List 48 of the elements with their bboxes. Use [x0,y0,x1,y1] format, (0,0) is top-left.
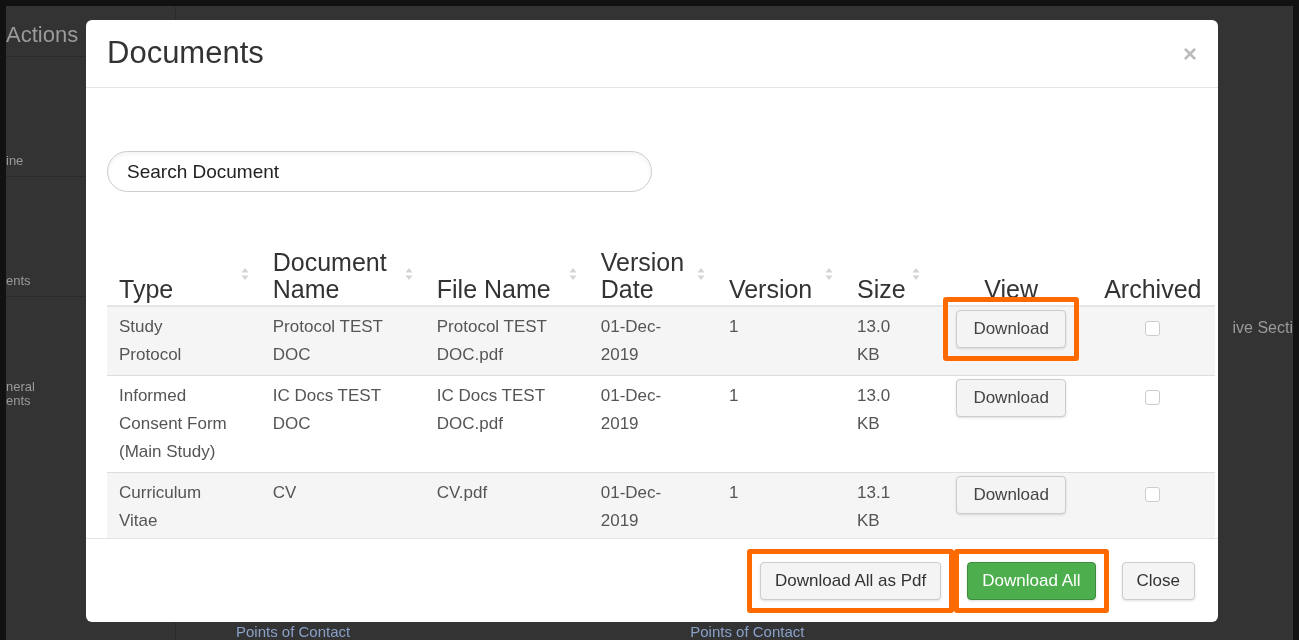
column-header: Archived [1104,276,1202,303]
table-cell: 13.1 KB [857,483,891,530]
archived-checkbox[interactable] [1145,390,1161,405]
table-cell: IC Docs TEST DOC.pdf [436,386,546,433]
column-header[interactable]: File Name [436,276,551,303]
archived-checkbox[interactable] [1145,321,1161,336]
table-cell: 13.0 KB [857,386,891,433]
download-button[interactable]: Download [956,310,1066,348]
dialog-title: Documents [107,34,264,73]
column-header[interactable]: Type [119,276,174,303]
table-cell: Protocol TEST DOC.pdf [436,317,547,364]
table-cell: Informed Consent Form (Main Study) [119,386,227,461]
column-header[interactable]: Document Name [272,249,387,303]
table-cell: CV [272,483,297,502]
contact-link[interactable]: Points of Contact [690,624,805,640]
table-cell: IC Docs TEST DOC [272,386,382,433]
contact-link[interactable]: Points of Contact [236,624,351,640]
table-cell: Curriculum Vitae [119,483,202,530]
sidebar-item[interactable]: ine [6,154,24,168]
table-cell: Study Protocol [119,317,182,364]
table-cell: 1 [728,483,739,502]
table-cell: 13.0 KB [857,317,891,364]
sort-icon[interactable] [404,267,413,281]
footer-button[interactable]: Close [1121,561,1195,600]
table-cell: 1 [728,386,739,405]
table-cell: 1 [728,317,739,336]
search-field[interactable]: Search Document [107,151,652,192]
sort-icon[interactable] [825,267,833,281]
table-cell: CV.pdf [436,483,488,502]
section-label: ive Secti [1232,318,1293,338]
sort-icon[interactable] [696,267,705,281]
column-header: View [984,276,1039,303]
table-cell: Protocol TEST DOC [272,317,383,364]
sort-icon[interactable] [240,267,249,281]
sidebar-item[interactable]: neral ents [6,380,35,408]
footer-button[interactable]: Download All as Pdf [760,561,942,600]
sort-icon[interactable] [568,267,577,281]
column-header[interactable]: Version Date [600,249,685,303]
table-cell: 01-Dec- 2019 [600,386,662,433]
table-cell: 01-Dec- 2019 [600,317,662,364]
sidebar-item[interactable]: ents [6,274,31,288]
column-header[interactable]: Version [728,276,813,303]
sort-icon[interactable] [911,267,920,281]
column-header[interactable]: Size [857,276,906,303]
download-button[interactable]: Download [956,379,1066,417]
table-cell: 01-Dec- 2019 [600,483,662,530]
archived-checkbox[interactable] [1145,487,1161,502]
download-button[interactable]: Download [956,476,1066,514]
